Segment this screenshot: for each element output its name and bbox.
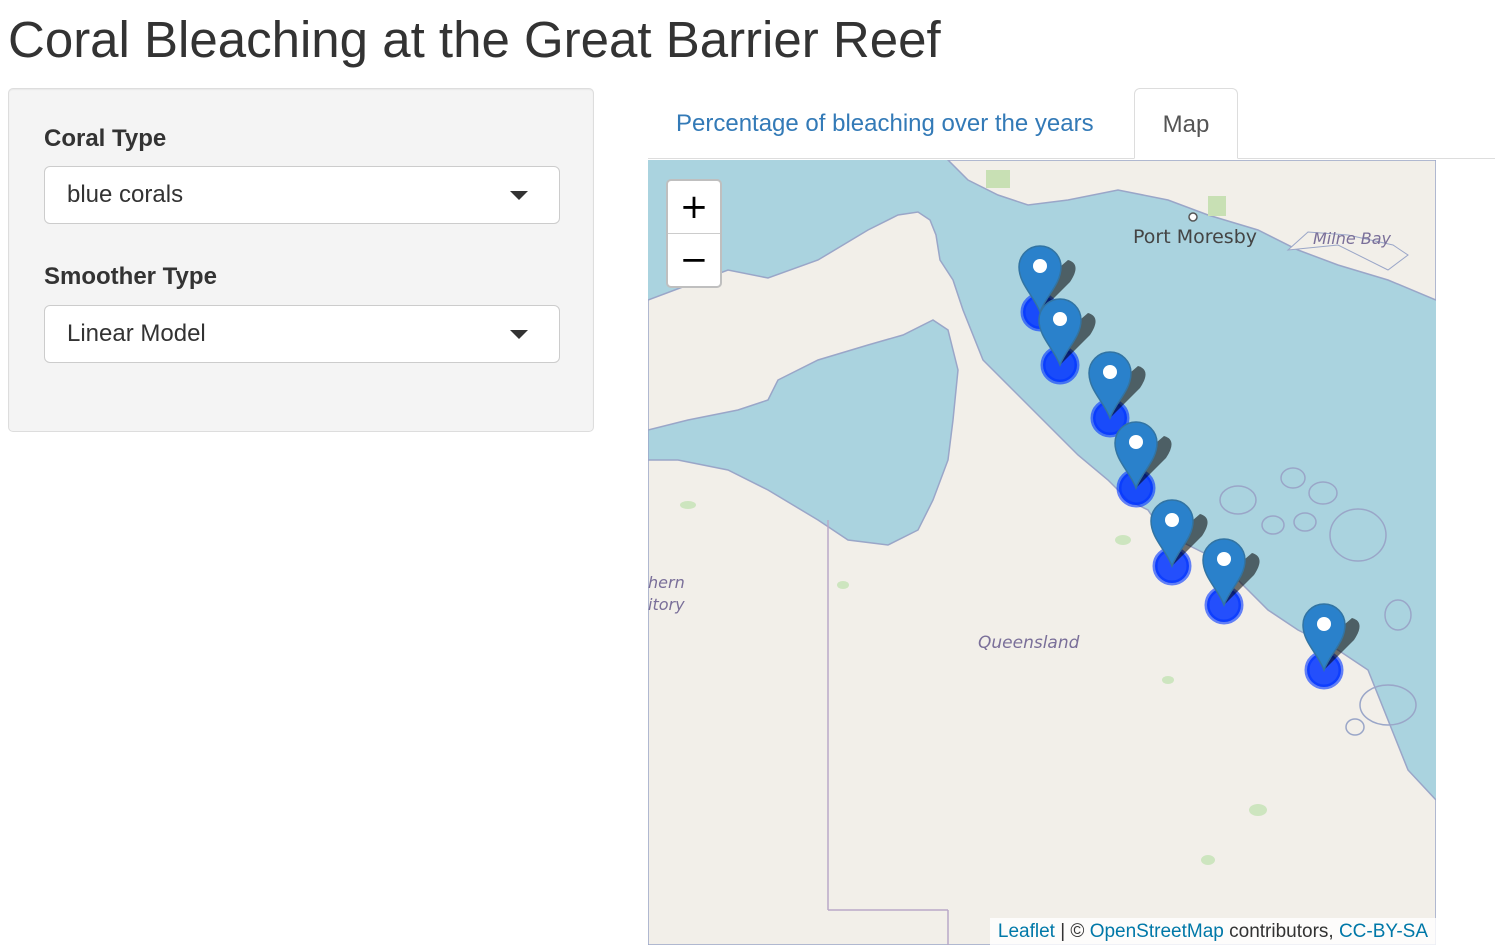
pin-center-dot [1033, 259, 1047, 273]
smoother-type-label: Smoother Type [44, 263, 217, 290]
map-attribution: Leaflet | © OpenStreetMap contributors, … [989, 918, 1436, 945]
tab-bleaching-plot[interactable]: Percentage of bleaching over the years [661, 88, 1109, 159]
pin-center-dot [1317, 617, 1331, 631]
pin-center-dot [1217, 552, 1231, 566]
tab-map[interactable]: Map [1134, 88, 1238, 159]
coral-type-select[interactable]: blue corals [44, 166, 560, 224]
vegetation [1115, 535, 1131, 545]
map-tiles: Port Moresby Milne Bay Queensland hern i… [648, 160, 1436, 945]
chevron-down-icon [510, 330, 528, 339]
park-area [986, 170, 1010, 188]
smoother-type-select[interactable]: Linear Model [44, 305, 560, 363]
park-area [1208, 196, 1226, 216]
sidebar-panel: Coral Type blue corals Smoother Type Lin… [8, 88, 594, 432]
smoother-type-value: Linear Model [67, 320, 206, 347]
pin-center-dot [1103, 365, 1117, 379]
vegetation [837, 581, 849, 589]
vegetation [1162, 676, 1174, 684]
coral-type-label: Coral Type [44, 125, 167, 152]
tab-bar: Percentage of bleaching over the years M… [648, 0, 1495, 159]
city-dot [1188, 212, 1198, 222]
leaflet-map[interactable]: Port Moresby Milne Bay Queensland hern i… [648, 160, 1436, 945]
pin-center-dot [1053, 312, 1067, 326]
attribution-separator: | © [1054, 921, 1090, 942]
osm-link[interactable]: OpenStreetMap [1090, 921, 1224, 942]
pin-center-dot [1165, 513, 1179, 527]
vegetation [680, 501, 696, 509]
license-link[interactable]: CC-BY-SA [1339, 921, 1428, 942]
pin-center-dot [1129, 435, 1143, 449]
label-northern-territory-1: hern [648, 573, 685, 592]
label-milne-bay: Milne Bay [1313, 229, 1392, 248]
coral-type-value: blue corals [67, 181, 184, 208]
label-queensland: Queensland [978, 633, 1080, 653]
chevron-down-icon [510, 191, 528, 200]
label-northern-territory-2: itory [648, 595, 685, 614]
zoom-in-button[interactable]: + [668, 181, 720, 234]
attribution-contributors: contributors, [1223, 921, 1339, 942]
zoom-control: + − [666, 179, 722, 288]
vegetation [1249, 804, 1267, 816]
label-port-moresby: Port Moresby [1133, 226, 1257, 248]
leaflet-link[interactable]: Leaflet [998, 921, 1055, 942]
zoom-out-button[interactable]: − [668, 234, 720, 286]
vegetation [1201, 855, 1215, 865]
